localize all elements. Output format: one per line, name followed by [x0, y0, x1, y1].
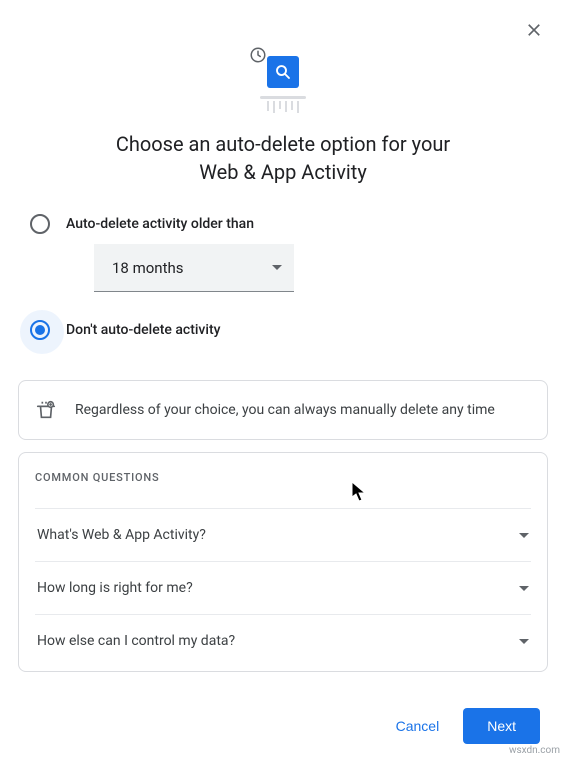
- info-card: Regardless of your choice, you can alway…: [18, 380, 548, 440]
- options-section: Auto-delete activity older than 18 month…: [0, 186, 566, 340]
- caret-down-icon: [519, 586, 529, 591]
- common-questions-title: COMMON QUESTIONS: [35, 471, 531, 484]
- watermark: wsxdn.com: [509, 745, 560, 756]
- question-how-long[interactable]: How long is right for me?: [35, 561, 531, 614]
- question-label: What's Web & App Activity?: [37, 527, 206, 543]
- close-button[interactable]: [520, 16, 548, 48]
- title-line-2: Web & App Activity: [199, 160, 367, 184]
- caret-down-icon: [519, 639, 529, 644]
- caret-down-icon: [519, 533, 529, 538]
- clock-icon: [249, 46, 267, 64]
- shredder-icon: [263, 96, 303, 114]
- title-line-1: Choose an auto-delete option for your: [116, 132, 450, 156]
- close-icon: [524, 20, 544, 40]
- hero-section: Choose an auto-delete option for your We…: [0, 0, 566, 186]
- option-dont-delete[interactable]: Don't auto-delete activity: [30, 320, 548, 340]
- auto-delete-illustration: [253, 50, 313, 106]
- option-auto-delete[interactable]: Auto-delete activity older than: [30, 214, 548, 234]
- question-control-data[interactable]: How else can I control my data?: [35, 614, 531, 667]
- option-dont-delete-label: Don't auto-delete activity: [66, 322, 220, 338]
- option-auto-delete-label: Auto-delete activity older than: [66, 216, 254, 232]
- radio-auto-delete[interactable]: [30, 214, 50, 234]
- caret-down-icon: [272, 265, 282, 270]
- magnifier-icon: [274, 63, 292, 81]
- question-whats-activity[interactable]: What's Web & App Activity?: [35, 508, 531, 561]
- info-text: Regardless of your choice, you can alway…: [75, 402, 495, 418]
- next-button[interactable]: Next: [463, 708, 540, 744]
- common-questions-card: COMMON QUESTIONS What's Web & App Activi…: [18, 452, 548, 672]
- question-label: How long is right for me?: [37, 580, 193, 596]
- duration-value: 18 months: [112, 259, 183, 277]
- duration-dropdown[interactable]: 18 months: [94, 244, 294, 292]
- cancel-button[interactable]: Cancel: [380, 708, 456, 744]
- question-label: How else can I control my data?: [37, 633, 235, 649]
- dialog-title: Choose an auto-delete option for your We…: [116, 130, 450, 186]
- magnifier-tile: [267, 56, 299, 88]
- radio-dont-delete[interactable]: [30, 320, 50, 340]
- manual-delete-icon: [35, 399, 57, 421]
- dialog-footer: Cancel Next: [380, 708, 540, 744]
